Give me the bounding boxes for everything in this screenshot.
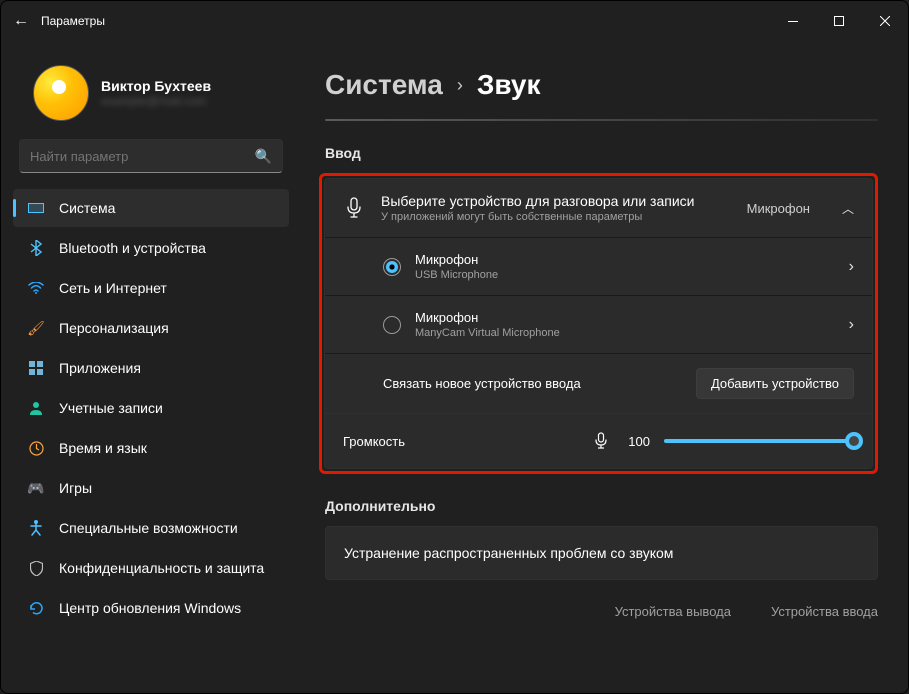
shield-icon [27,559,45,577]
microphone-icon[interactable] [594,432,608,450]
nav-label: Система [59,200,115,216]
section-input-label: Ввод [325,145,878,161]
breadcrumb-current: Звук [477,69,541,101]
pair-device-row: Связать новое устройство ввода Добавить … [325,353,872,413]
breadcrumb-parent[interactable]: Система [325,69,443,101]
output-devices-link[interactable]: Устройства вывода [615,604,731,619]
nav-label: Конфиденциальность и защита [59,560,264,576]
divider [325,119,878,121]
titlebar: ← Параметры [1,1,908,41]
nav-bluetooth[interactable]: Bluetooth и устройства [13,229,289,267]
device-name: Микрофон [415,310,560,325]
search-box[interactable]: 🔍 [19,139,283,173]
chevron-right-icon: › [457,75,463,96]
back-button[interactable]: ← [1,1,41,41]
device-row-usb-mic[interactable]: Микрофон USB Microphone › [325,237,872,295]
slider-thumb[interactable] [845,432,863,450]
nav-apps[interactable]: Приложения [13,349,289,387]
user-text: Виктор Бухтеев example@mail.com [101,78,211,108]
bluetooth-icon [27,239,45,257]
nav-list: Система Bluetooth и устройства Сеть и Ин… [9,189,293,627]
input-device-subtitle: У приложений могут быть собственные пара… [381,211,694,223]
window-body: Виктор Бухтеев example@mail.com 🔍 Систем… [1,41,908,693]
nav-windows-update[interactable]: Центр обновления Windows [13,589,289,627]
volume-slider[interactable] [664,439,854,443]
minimize-icon [788,21,798,22]
window-title: Параметры [41,14,105,28]
device-text: Микрофон ManyCam Virtual Microphone [415,310,560,339]
radio-selected[interactable] [383,258,401,276]
settings-window: ← Параметры Виктор Бухтеев example@mail.… [0,0,909,694]
chevron-right-icon[interactable]: › [849,258,854,276]
update-icon [27,599,45,617]
user-name: Виктор Бухтеев [101,78,211,94]
troubleshoot-title: Устранение распространенных проблем со з… [344,545,673,561]
nav-label: Bluetooth и устройства [59,240,206,256]
nav-label: Сеть и Интернет [59,280,167,296]
nav-label: Время и язык [59,440,147,456]
nav-label: Игры [59,480,92,496]
breadcrumb: Система › Звук [301,41,878,107]
device-text: Микрофон USB Microphone [415,252,498,281]
main-content: Система › Звук Ввод Выберите устройство … [301,41,908,693]
nav-label: Персонализация [59,320,169,336]
clock-globe-icon [27,439,45,457]
input-device-header[interactable]: Выберите устройство для разговора или за… [325,179,872,237]
wifi-icon [27,279,45,297]
close-button[interactable] [862,1,908,41]
input-section-highlight: Выберите устройство для разговора или за… [319,173,878,474]
volume-card: Громкость 100 [324,414,873,469]
close-icon [880,16,890,26]
input-devices-link[interactable]: Устройства ввода [771,604,878,619]
device-desc: ManyCam Virtual Microphone [415,327,560,339]
nav-label: Центр обновления Windows [59,600,241,616]
search-input[interactable] [30,149,255,164]
device-row-manycam[interactable]: Микрофон ManyCam Virtual Microphone › [325,295,872,353]
nav-system[interactable]: Система [13,189,289,227]
nav-time-language[interactable]: Время и язык [13,429,289,467]
input-device-text: Выберите устройство для разговора или за… [381,193,694,223]
pair-device-label: Связать новое устройство ввода [383,376,581,391]
person-icon [27,399,45,417]
chevron-right-icon[interactable]: › [849,316,854,334]
nav-label: Специальные возможности [59,520,238,536]
nav-accounts[interactable]: Учетные записи [13,389,289,427]
user-email: example@mail.com [101,94,211,108]
minimize-button[interactable] [770,1,816,41]
volume-value: 100 [622,434,650,449]
nav-personalization[interactable]: 🖌 Персонализация [13,309,289,347]
input-device-title: Выберите устройство для разговора или за… [381,193,694,209]
accessibility-icon [27,519,45,537]
chevron-up-icon: ︿ [842,200,854,217]
nav-label: Учетные записи [59,400,163,416]
apps-icon [27,359,45,377]
volume-label: Громкость [343,434,405,449]
window-controls [770,1,908,41]
radio-unselected[interactable] [383,316,401,334]
nav-privacy[interactable]: Конфиденциальность и защита [13,549,289,587]
device-desc: USB Microphone [415,269,498,281]
current-device-label: Микрофон [747,201,810,216]
section-advanced-label: Дополнительно [325,498,878,514]
system-icon [27,199,45,217]
brush-icon: 🖌 [27,319,45,337]
nav-accessibility[interactable]: Специальные возможности [13,509,289,547]
nav-network[interactable]: Сеть и Интернет [13,269,289,307]
avatar [33,65,89,121]
maximize-button[interactable] [816,1,862,41]
troubleshoot-card[interactable]: Устранение распространенных проблем со з… [325,526,878,580]
nav-label: Приложения [59,360,141,376]
advanced-links: Устройства вывода Устройства ввода [325,604,878,619]
volume-row: Громкость 100 [325,414,872,468]
input-device-card: Выберите устройство для разговора или за… [324,178,873,414]
nav-gaming[interactable]: 🎮 Игры [13,469,289,507]
gamepad-icon: 🎮 [27,479,45,497]
maximize-icon [834,16,844,26]
device-name: Микрофон [415,252,498,267]
user-block[interactable]: Виктор Бухтеев example@mail.com [9,51,293,139]
add-device-button[interactable]: Добавить устройство [696,368,854,399]
microphone-icon [343,197,365,219]
sidebar: Виктор Бухтеев example@mail.com 🔍 Систем… [1,41,301,693]
search-icon: 🔍 [255,148,272,165]
